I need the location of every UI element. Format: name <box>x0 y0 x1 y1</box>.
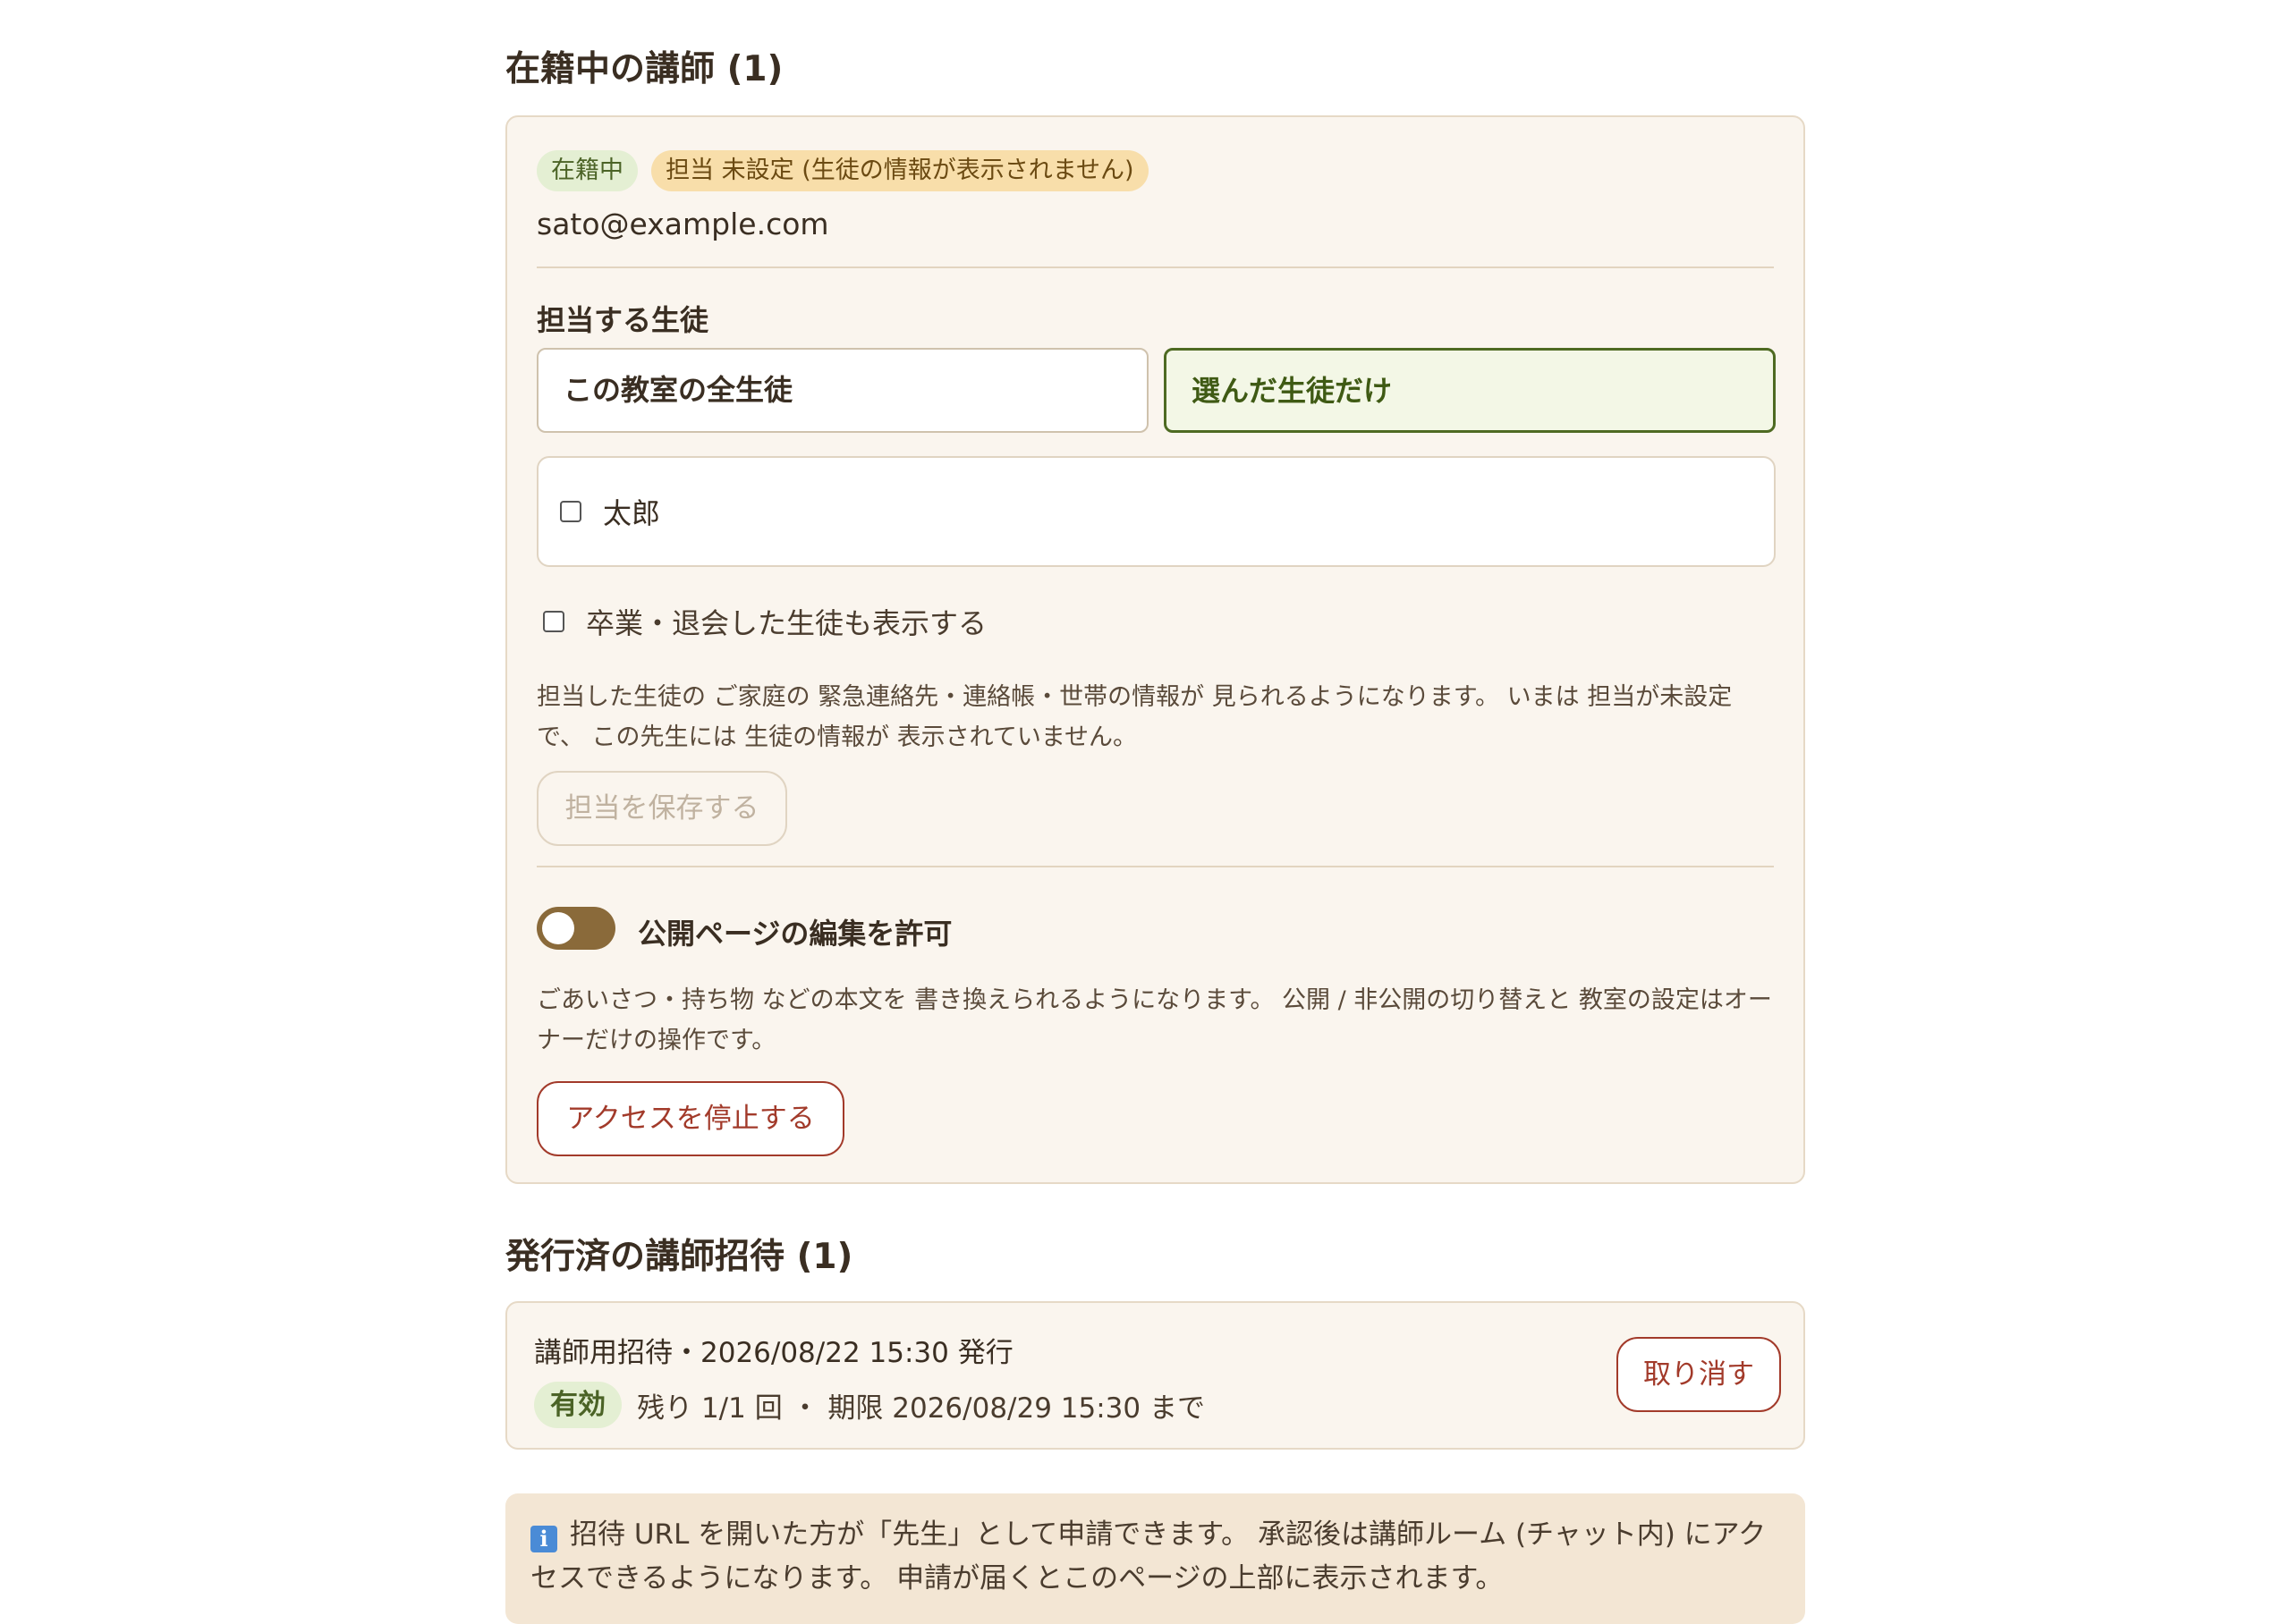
show-graduated-label: 卒業・退会した生徒も表示する <box>586 606 988 640</box>
public-edit-switch[interactable] <box>537 907 615 950</box>
student-checkbox[interactable] <box>560 501 581 522</box>
active-teachers-title: 在籍中の講師 (1) <box>505 49 784 89</box>
teacher-email: sato@example.com <box>537 207 829 241</box>
invite-card: 講師用招待・2026/08/22 15:30 発行 有効 残り 1/1 回 ・ … <box>505 1301 1805 1450</box>
status-badge: 在籍中 <box>537 150 638 191</box>
info-box: i 招待 URL を開いた方が「先生」として申請できます。 承認後は講師ルーム … <box>505 1493 1805 1624</box>
invite-status-badge: 有効 <box>534 1382 622 1428</box>
teacher-card: 在籍中 担当 未設定 (生徒の情報が表示されません) sato@example.… <box>505 115 1805 1184</box>
invite-heading: 講師用招待・2026/08/22 15:30 発行 <box>534 1337 1014 1369</box>
assignment-badge: 担当 未設定 (生徒の情報が表示されません) <box>651 150 1149 191</box>
assignment-help-text: 担当した生徒の ご家庭の 緊急連絡先・連絡帳・世帯の情報が 見られるようになりま… <box>537 683 1733 751</box>
invite-details: 残り 1/1 回 ・ 期限 2026/08/29 15:30 まで <box>637 1391 1205 1425</box>
invite-details-row: 有効 残り 1/1 回 ・ 期限 2026/08/29 15:30 まで <box>534 1382 1205 1428</box>
student-list: 太郎 <box>537 456 1776 567</box>
revoke-access-button[interactable]: アクセスを停止する <box>537 1081 844 1156</box>
student-name: 太郎 <box>603 496 661 530</box>
badge-row: 在籍中 担当 未設定 (生徒の情報が表示されません) <box>537 150 1149 191</box>
switch-knob <box>542 912 574 944</box>
divider <box>537 266 1774 268</box>
divider <box>537 866 1774 867</box>
option-selected-students[interactable]: 選んだ生徒だけ <box>1164 348 1776 433</box>
invites-title: 発行済の講師招待 (1) <box>505 1237 853 1277</box>
public-edit-help-text: ごあいさつ・持ち物 などの本文を 書き換えられるようになります。 公開 / 非公… <box>537 986 1772 1054</box>
option-all-students[interactable]: この教室の全生徒 <box>537 348 1149 433</box>
students-heading: 担当する生徒 <box>537 303 709 337</box>
public-edit-label: 公開ページの編集を許可 <box>638 917 953 951</box>
save-assignment-button[interactable]: 担当を保存する <box>537 771 787 846</box>
show-graduated-checkbox[interactable] <box>543 611 564 632</box>
info-text: 招待 URL を開いた方が「先生」として申請できます。 承認後は講師ルーム (チ… <box>530 1518 1767 1594</box>
cancel-invite-button[interactable]: 取り消す <box>1616 1337 1781 1412</box>
